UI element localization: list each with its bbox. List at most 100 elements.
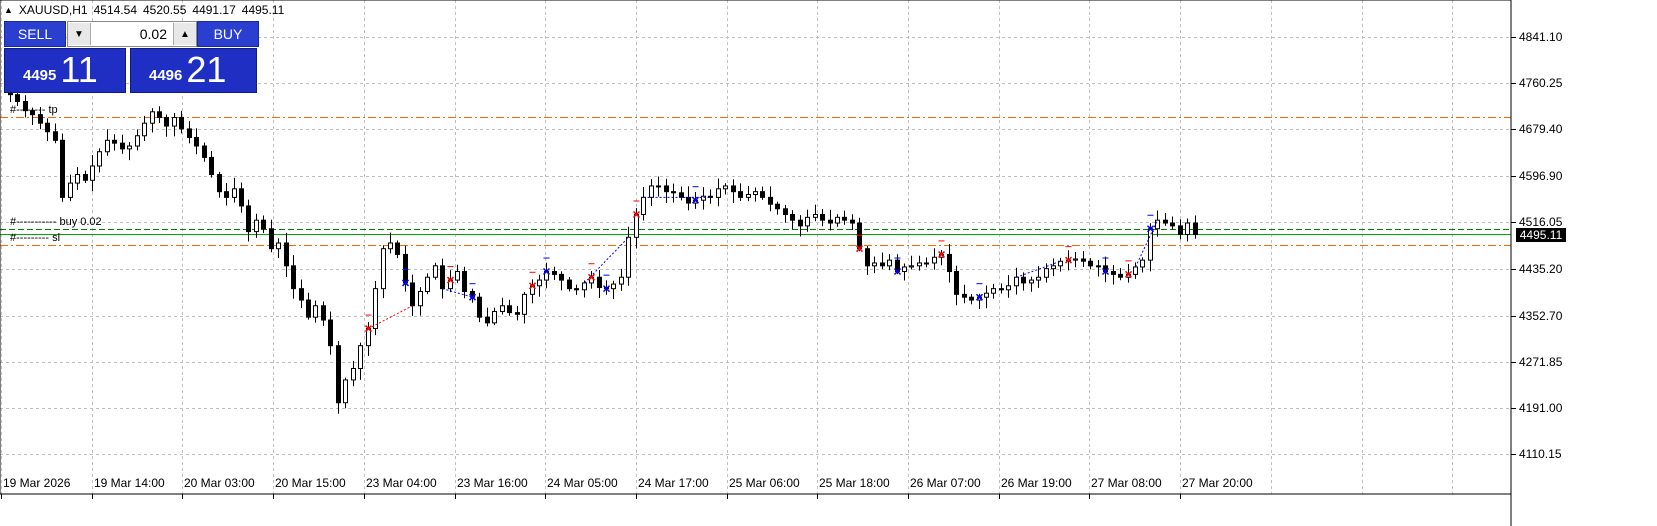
bull-candle	[172, 116, 177, 127]
bear-candle	[999, 288, 1004, 291]
bull-candle	[1133, 266, 1138, 275]
current-price-tag: 4495.11	[1516, 228, 1566, 242]
bear-candle	[440, 265, 445, 290]
bear-candle	[462, 271, 467, 292]
bull-candle	[232, 188, 237, 198]
trade-markers	[364, 186, 1158, 333]
bear-candle	[790, 213, 795, 221]
bear-candle	[1111, 271, 1116, 275]
bear-candle	[306, 299, 311, 318]
triangle-up-icon[interactable]: ▲	[4, 5, 13, 15]
bull-candle	[68, 182, 73, 198]
bear-candle	[202, 145, 207, 158]
time-tick-label: 19 Mar 14:00	[94, 476, 165, 490]
bull-candle	[716, 188, 721, 198]
bear-candle	[477, 296, 482, 318]
time-tick-label: 27 Mar 08:00	[1091, 476, 1162, 490]
bull-candle	[641, 196, 646, 215]
bear-candle	[328, 319, 333, 347]
bull-candle	[418, 290, 423, 307]
bear-candle	[515, 312, 520, 315]
bear-candle	[1081, 258, 1086, 262]
bear-candle	[507, 305, 512, 314]
bear-candle	[954, 271, 959, 295]
price-tick-label: 4191.00	[1519, 401, 1563, 415]
lot-size-field[interactable]: ▼ 0.02 ▲	[67, 21, 197, 47]
price-tick-label: 4435.20	[1519, 262, 1563, 276]
sell-price-pips: 11	[60, 49, 98, 90]
bull-candle	[582, 282, 587, 291]
chevron-down-icon[interactable]: ▼	[68, 23, 91, 45]
bear-candle	[760, 191, 765, 198]
bull-candle	[991, 288, 996, 294]
bear-candle	[112, 139, 117, 144]
price-tick-label: 4596.90	[1519, 169, 1563, 183]
price-tick-label: 4679.40	[1519, 122, 1563, 136]
take-profit-label[interactable]: #-------- tp	[10, 104, 58, 116]
time-tick-label: 26 Mar 07:00	[910, 476, 981, 490]
time-tick-label: 20 Mar 15:00	[275, 476, 346, 490]
bull-candle	[433, 265, 438, 278]
bear-candle	[552, 271, 557, 275]
time-tick-label: 23 Mar 16:00	[457, 476, 528, 490]
bear-candle	[857, 222, 862, 250]
bull-candle	[142, 122, 147, 137]
bull-candle	[313, 305, 318, 318]
bear-candle	[194, 136, 199, 147]
bear-candle	[947, 253, 952, 273]
bear-candle	[850, 219, 855, 224]
bull-candle	[656, 185, 661, 188]
bear-candle	[686, 196, 691, 204]
bear-candle	[299, 288, 304, 301]
bull-candle	[746, 194, 751, 198]
bull-candle	[611, 283, 616, 290]
bear-candle	[120, 142, 125, 150]
bear-candle	[209, 156, 214, 176]
bull-candle	[276, 242, 281, 250]
bull-candle	[753, 191, 758, 196]
bear-candle	[269, 228, 274, 250]
bull-candle	[254, 219, 259, 233]
sell-price-box[interactable]: 4495 11	[4, 48, 126, 93]
bear-candle	[783, 208, 788, 215]
bull-candle	[626, 236, 631, 278]
close-price: 4495.11	[241, 3, 285, 17]
time-tick-label: 25 Mar 06:00	[729, 476, 800, 490]
buy-price-base: 4496	[149, 67, 183, 84]
stop-loss-label[interactable]: #--------- sl	[10, 232, 60, 244]
bull-candle	[984, 292, 989, 298]
bear-candle	[485, 316, 490, 324]
low-price: 4491.17	[192, 3, 236, 17]
bull-candle	[805, 216, 810, 227]
bull-candle	[1014, 276, 1019, 287]
lot-size-value[interactable]: 0.02	[91, 26, 173, 42]
bear-candle	[865, 248, 870, 267]
price-tick-label: 4271.85	[1519, 355, 1563, 369]
bear-candle	[664, 185, 669, 193]
time-tick-label: 25 Mar 18:00	[819, 476, 890, 490]
bear-candle	[731, 185, 736, 193]
bull-candle	[634, 213, 639, 238]
buy-price-box[interactable]: 4496 21	[130, 48, 257, 93]
bull-candle	[649, 185, 654, 198]
bear-candle	[1163, 219, 1168, 224]
chevron-up-icon[interactable]: ▲	[173, 23, 196, 45]
bear-candle	[395, 242, 400, 255]
sell-button[interactable]: SELL	[4, 21, 66, 47]
bull-candle	[1036, 276, 1041, 281]
bull-candle	[358, 345, 363, 370]
bull-candle	[373, 288, 378, 330]
buy-order-label[interactable]: #----------- buy 0.02	[10, 216, 102, 228]
bull-candle	[388, 242, 393, 250]
bear-candle	[45, 122, 50, 133]
bear-candle	[679, 192, 684, 198]
bull-candle	[381, 248, 386, 290]
bull-candle	[343, 379, 348, 404]
bull-candle	[492, 310, 497, 324]
bear-candle	[15, 94, 20, 103]
bull-candle	[909, 265, 914, 268]
bear-candle	[969, 296, 974, 301]
bear-candle	[83, 174, 88, 181]
buy-button[interactable]: BUY	[197, 21, 259, 47]
bull-candle	[835, 216, 840, 224]
